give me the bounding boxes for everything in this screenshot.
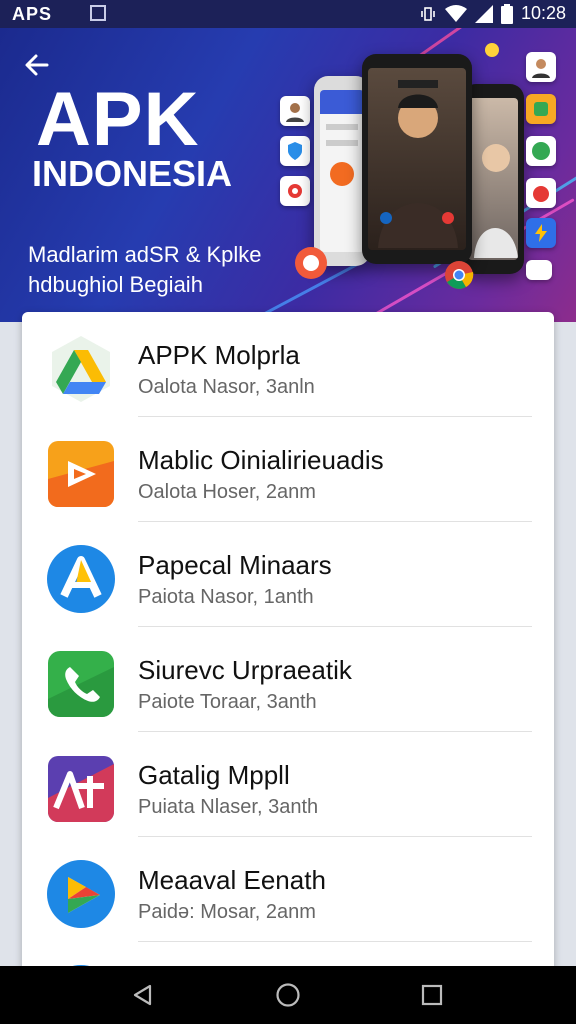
app-subtitle: Oalota Nasor, 3anln (138, 376, 315, 398)
recents-square-icon (421, 984, 443, 1006)
hero-title-secondary: INDONESIA (32, 153, 233, 194)
at-letter-icon (48, 756, 114, 822)
app-subtitle: Paiote Toraar, 3anth (138, 691, 317, 713)
status-bar: APS 10:28 (0, 0, 576, 28)
app-title: Siurevc Urpraeatik (138, 655, 352, 685)
list-item[interactable]: Gatalig Mppll Puiata Nlaser, 3anth (22, 732, 554, 837)
play-arrow-icon (47, 860, 115, 928)
play-tile-icon (48, 441, 114, 507)
phone-mockup (362, 54, 472, 264)
app-subtitle: Puiata Nlaser, 3anth (138, 796, 319, 818)
list-item[interactable]: Meaaval Eenath Paidə: Mosar, 2anm (22, 837, 554, 942)
lightning-tile-icon (526, 218, 556, 248)
arrow-left-icon (25, 54, 49, 76)
decorative-dot-icon (485, 43, 499, 57)
list-item[interactable]: Papecal Minaars Paiota Nasor, 1anth (22, 522, 554, 627)
signal-icon (474, 4, 493, 23)
list-item[interactable]: APPK Molprla Oalota Nasor, 3anln (22, 312, 554, 417)
hero-banner: APK INDONESIA Madlarim adSR & Kplke hdbu… (0, 28, 576, 322)
back-triangle-icon (133, 984, 152, 1006)
nav-recents-button[interactable] (417, 980, 447, 1010)
hero-subtitle-line: Madlarim adSR & Kplke (28, 242, 262, 267)
vibrate-icon (421, 6, 435, 21)
chat-tile-icon (526, 136, 556, 166)
app-list-card: APPK Molprla Oalota Nasor, 3anln Mablic … (22, 312, 554, 1012)
app-title: APPK Molprla (138, 340, 300, 370)
nav-home-button[interactable] (273, 980, 303, 1010)
list-item[interactable]: Siurevc Urpraeatik Paiote Toraar, 3anth (22, 627, 554, 732)
wifi-icon (444, 4, 467, 22)
hero-subtitle-line: hdbughiol Begiaih (28, 272, 203, 297)
notification-box-icon (90, 5, 106, 21)
shield-tile-icon (280, 136, 310, 166)
chrome-icon (445, 261, 474, 289)
phone-call-icon (48, 651, 114, 717)
record-badge-icon (295, 247, 327, 279)
flower-tile-icon (280, 176, 310, 206)
hero-title: APK (36, 77, 200, 162)
app-subtitle: Paiota Nasor, 1anth (138, 586, 314, 608)
list-item[interactable]: Mablic Oinialirieuadis Oalota Hoser, 2an… (22, 417, 554, 522)
battery-icon (500, 3, 513, 24)
avatar-tile-icon (526, 52, 556, 82)
app-subtitle: Paidə: Mosar, 2anm (138, 901, 316, 923)
app-subtitle: Oalota Hoser, 2anm (138, 481, 316, 503)
status-time: 10:28 (520, 3, 566, 23)
hero-subtitle: Madlarim adSR & Kplke hdbughiol Begiaih (28, 240, 288, 300)
status-app-label: APS (12, 4, 53, 24)
app-title: Papecal Minaars (138, 550, 332, 580)
home-circle-icon (276, 983, 300, 1007)
navigation-bar (0, 966, 576, 1024)
person-photo (378, 80, 458, 248)
tomato-tile-icon (526, 178, 556, 208)
app-title: Gatalig Mppll (138, 760, 290, 790)
mini-tile-icon (526, 260, 552, 280)
drive-icon (52, 336, 110, 402)
a-letter-icon (47, 545, 115, 613)
puzzle-tile-icon (526, 94, 556, 124)
app-title: Meaaval Eenath (138, 865, 326, 895)
nav-back-button[interactable] (128, 980, 158, 1010)
avatar-tile-icon (280, 96, 310, 126)
app-title: Mablic Oinialirieuadis (138, 445, 384, 475)
